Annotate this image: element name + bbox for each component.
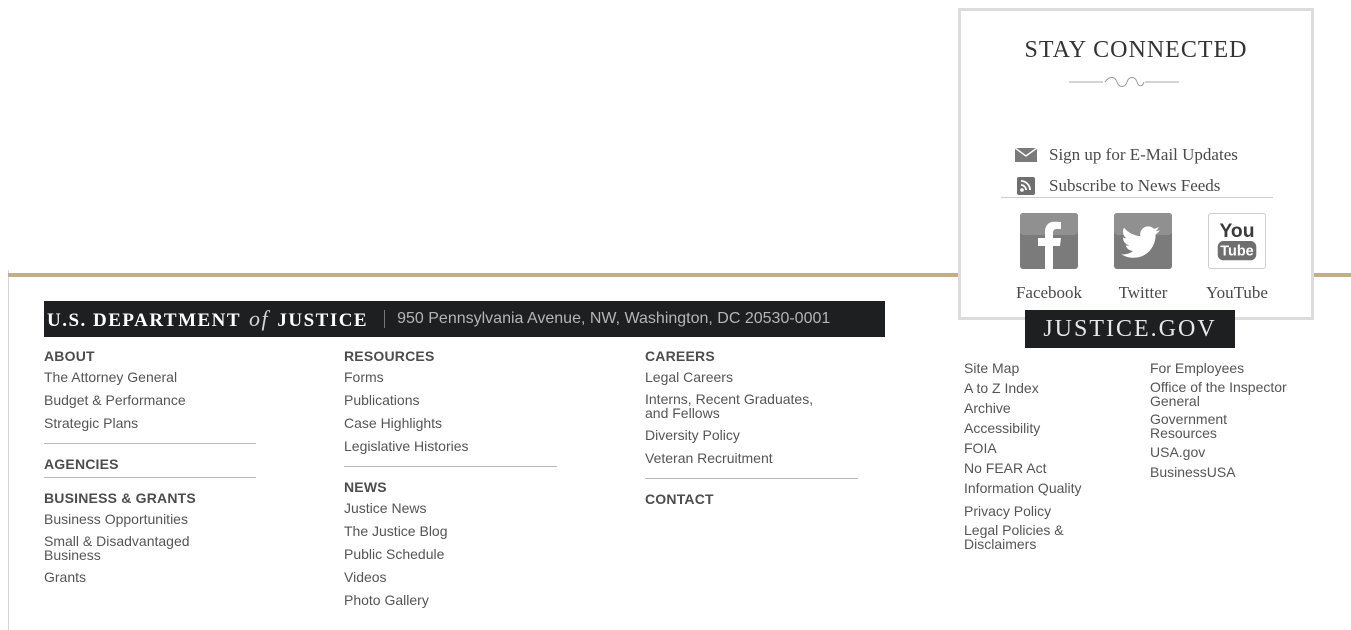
email-updates-label: Sign up for E-Mail Updates: [1049, 145, 1238, 164]
link-businessusa[interactable]: BusinessUSA: [1150, 464, 1320, 480]
careers-link-legal-careers[interactable]: Legal Careers: [645, 369, 858, 385]
doj-logo-of: of: [248, 306, 270, 331]
footer-column-about: ABOUT The Attorney General Budget & Perf…: [44, 348, 256, 592]
news-feeds-label: Subscribe to News Feeds: [1049, 176, 1221, 195]
news-link-public-schedule[interactable]: Public Schedule: [344, 546, 557, 562]
doj-logo[interactable]: U.S. DEPARTMENT of JUSTICE: [47, 306, 368, 332]
news-link-justice-blog[interactable]: The Justice Blog: [344, 523, 557, 539]
agencies-heading[interactable]: AGENCIES: [44, 456, 256, 472]
column-divider: [44, 443, 256, 444]
flourish-ornament-icon: [1069, 77, 1179, 87]
link-legal-policies[interactable]: Legal Policies & Disclaimers: [964, 523, 1084, 551]
about-link-strategic-plans[interactable]: Strategic Plans: [44, 415, 256, 431]
link-information-quality[interactable]: Information Quality: [964, 480, 1104, 496]
justice-gov-banner[interactable]: JUSTICE.GOV: [1025, 310, 1235, 348]
careers-link-veteran-recruitment[interactable]: Veteran Recruitment: [645, 450, 858, 466]
business-link-opportunities[interactable]: Business Opportunities: [44, 511, 256, 527]
stay-connected-box: STAY CONNECTED Sign up for E-Mail Update…: [958, 8, 1314, 320]
link-foia[interactable]: FOIA: [964, 440, 1104, 456]
header-separator: [384, 310, 386, 328]
footer-column-resources: RESOURCES Forms Publications Case Highli…: [344, 348, 557, 615]
youtube-link[interactable]: You Tube YouTube: [1197, 213, 1277, 303]
footer-column-careers: CAREERS Legal Careers Interns, Recent Gr…: [645, 348, 858, 512]
news-link-videos[interactable]: Videos: [344, 569, 557, 585]
about-link-budget[interactable]: Budget & Performance: [44, 392, 256, 408]
link-a-to-z-index[interactable]: A to Z Index: [964, 380, 1104, 396]
resources-heading[interactable]: RESOURCES: [344, 348, 557, 364]
link-government-resources[interactable]: Government Resources: [1150, 412, 1260, 440]
about-link-attorney-general[interactable]: The Attorney General: [44, 369, 256, 385]
link-privacy-policy[interactable]: Privacy Policy: [964, 503, 1104, 519]
link-usa-gov[interactable]: USA.gov: [1150, 444, 1320, 460]
youtube-icon: You Tube: [1208, 213, 1266, 269]
twitter-link[interactable]: Twitter: [1103, 213, 1183, 303]
doj-header-bar: U.S. DEPARTMENT of JUSTICE 950 Pennsylva…: [44, 301, 885, 337]
facebook-icon: [1020, 213, 1078, 269]
stay-divider: [1001, 197, 1273, 198]
link-archive[interactable]: Archive: [964, 400, 1104, 416]
careers-heading[interactable]: CAREERS: [645, 348, 858, 364]
column-divider: [44, 477, 256, 478]
contact-heading[interactable]: CONTACT: [645, 491, 858, 507]
news-link-justice-news[interactable]: Justice News: [344, 500, 557, 516]
resources-link-case-highlights[interactable]: Case Highlights: [344, 415, 557, 431]
link-for-employees[interactable]: For Employees: [1150, 360, 1320, 376]
news-link-photo-gallery[interactable]: Photo Gallery: [344, 592, 557, 608]
svg-text:Tube: Tube: [1220, 243, 1253, 259]
link-accessibility[interactable]: Accessibility: [964, 420, 1104, 436]
rss-icon: [1017, 177, 1035, 195]
facebook-label: Facebook: [1015, 283, 1083, 302]
link-site-map[interactable]: Site Map: [964, 360, 1104, 376]
careers-link-interns[interactable]: Interns, Recent Graduates, and Fellows: [645, 392, 835, 420]
news-feeds-link[interactable]: Subscribe to News Feeds: [1015, 176, 1220, 196]
justice-links-right: For Employees Office of the Inspector Ge…: [1150, 360, 1320, 484]
news-heading[interactable]: NEWS: [344, 479, 557, 495]
column-divider: [344, 466, 557, 467]
facebook-link[interactable]: Facebook: [1009, 213, 1089, 303]
business-heading[interactable]: BUSINESS & GRANTS: [44, 490, 256, 506]
link-no-fear-act[interactable]: No FEAR Act: [964, 460, 1104, 476]
doj-address: 950 Pennsylvania Avenue, NW, Washington,…: [397, 310, 831, 327]
resources-link-forms[interactable]: Forms: [344, 369, 557, 385]
svg-text:You: You: [1220, 221, 1255, 242]
twitter-icon: [1114, 213, 1172, 269]
column-divider: [645, 478, 858, 479]
twitter-label: Twitter: [1118, 283, 1168, 302]
resources-link-legislative-histories[interactable]: Legislative Histories: [344, 438, 557, 454]
left-border: [8, 270, 9, 630]
about-heading[interactable]: ABOUT: [44, 348, 256, 364]
email-updates-link[interactable]: Sign up for E-Mail Updates: [1015, 145, 1238, 165]
link-inspector-general[interactable]: Office of the Inspector General: [1150, 380, 1310, 408]
doj-logo-left: U.S. DEPARTMENT: [47, 310, 241, 331]
resources-link-publications[interactable]: Publications: [344, 392, 557, 408]
careers-link-diversity-policy[interactable]: Diversity Policy: [645, 427, 858, 443]
doj-logo-right: JUSTICE: [277, 310, 369, 331]
stay-connected-title: STAY CONNECTED: [1024, 37, 1248, 63]
business-link-small-disadvantaged[interactable]: Small & Disadvantaged Business: [44, 534, 214, 562]
justice-links-left: Site Map A to Z Index Archive Accessibil…: [964, 360, 1104, 555]
envelope-icon: [1015, 147, 1037, 162]
business-link-grants[interactable]: Grants: [44, 569, 256, 585]
youtube-label: YouTube: [1206, 283, 1268, 302]
